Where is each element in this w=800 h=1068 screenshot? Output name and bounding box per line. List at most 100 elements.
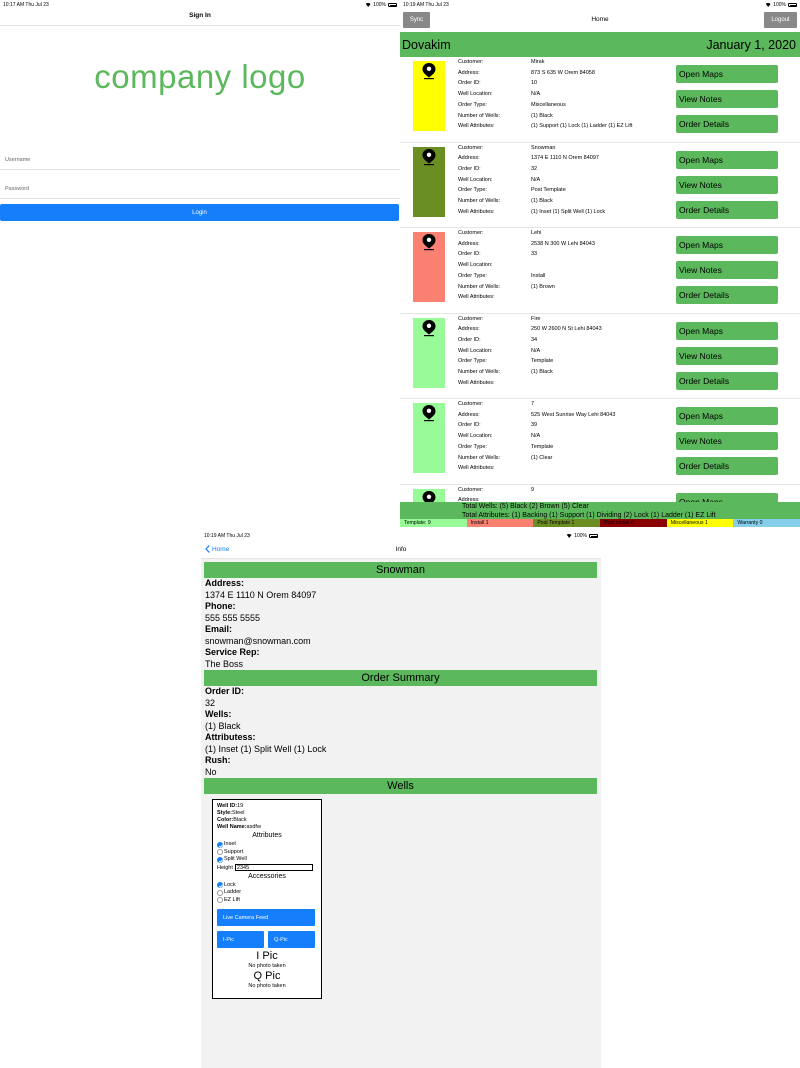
address-value: 2538 N 300 W Lehi 84043 — [531, 240, 595, 247]
order-field-values: Fire 250 W 2600 N St Lehi 84043 34 N/A T… — [531, 314, 602, 389]
info-content: Snowman Address: 1374 E 1110 N Orem 8409… — [201, 559, 601, 999]
order-field-values: Mirak 873 S 635 W Orem 84058 10 N/A Misc… — [531, 57, 632, 132]
open-maps-button[interactable]: Open Maps — [676, 492, 778, 502]
order-field-values: 7 525 West Sunrise Way Lehi 84043 39 N/A… — [531, 399, 615, 474]
customer-value: Snowman — [531, 144, 556, 151]
password-input[interactable] — [0, 182, 400, 192]
map-pin-icon — [422, 148, 436, 165]
order-type-legend: Template: 9 Install 1 Post Template 1 Post … — [400, 519, 800, 527]
checkbox-support[interactable]: Support — [217, 849, 317, 857]
well-location-value: N/A — [531, 176, 541, 183]
open-maps-button[interactable]: Open Maps — [676, 407, 778, 425]
customer-name-header: Snowman — [204, 562, 597, 578]
well-card: Well ID:19 Style:Steel Color:Black Well … — [212, 799, 322, 999]
customer-value: Lehi — [531, 230, 542, 236]
current-date: January 1, 2020 — [706, 37, 796, 52]
well-attributes-value — [531, 292, 595, 303]
checked-icon — [217, 841, 223, 848]
signin-screen: 10:17 AM Thu Jul 23 100% Sign In company… — [0, 0, 400, 230]
i-pic-button[interactable]: I-Pic — [217, 931, 264, 948]
home-header: Dovakim January 1, 2020 — [400, 32, 800, 57]
address-value: 250 W 2600 N St Lehi 84043 — [531, 326, 602, 333]
address-value: 525 West Sunrise Way Lehi 84043 — [531, 411, 616, 418]
order-details-button[interactable]: Order Details — [676, 115, 778, 133]
totals-summary: Total Wells: (5) Black (2) Brown (5) Cle… — [400, 502, 800, 519]
checkbox-lock[interactable]: Lock — [217, 882, 317, 890]
map-pin-icon — [422, 405, 436, 422]
username-input[interactable] — [0, 153, 400, 163]
view-notes-button[interactable]: View Notes — [676, 261, 778, 279]
map-pin-icon — [422, 319, 436, 336]
live-camera-feed-button[interactable]: Live Camera Feed — [217, 909, 315, 926]
height-row: Height — [217, 864, 317, 872]
well-color-row: Color:Black — [217, 817, 247, 823]
logout-button[interactable]: Logout — [764, 12, 797, 28]
pic-buttons: I-Pic Q-Pic — [217, 931, 317, 948]
checked-icon — [217, 856, 223, 863]
wifi-icon — [765, 3, 772, 7]
height-input[interactable] — [234, 864, 313, 871]
battery-icon — [388, 3, 397, 7]
status-bar: 10:19 AM Thu Jul 23 100% — [400, 0, 800, 10]
total-wells: Total Wells: (5) Black (2) Brown (5) Cle… — [462, 503, 589, 510]
order-field-labels: Customer:Address:Order ID:Well Location:… — [458, 401, 501, 472]
page-title: Info — [395, 546, 407, 553]
order-details-button[interactable]: Order Details — [676, 457, 778, 475]
page-title: Sign In — [189, 12, 211, 19]
username-field — [0, 148, 400, 170]
attributes-subheader: Attributes — [252, 832, 282, 839]
address-value: 1374 E 1110 N Orem 84097 — [531, 155, 599, 162]
order-type-value: Miscellaneous — [531, 101, 566, 108]
open-maps-button[interactable]: Open Maps — [676, 150, 778, 169]
order-details-button[interactable]: Order Details — [676, 200, 778, 219]
well-attributes-value — [531, 463, 615, 474]
number-of-wells-value: (1) Black — [531, 369, 553, 376]
battery-percent: 100% — [773, 2, 786, 8]
order-summary-header: Order Summary — [204, 670, 597, 686]
nav-bar: Home Info — [201, 541, 601, 559]
attributes-label: Attributess: — [205, 732, 256, 742]
order-field-labels: Customer:Address:Order ID:Well Location:… — [458, 144, 501, 215]
map-pin-icon — [422, 63, 436, 80]
login-button[interactable]: Login — [0, 204, 399, 221]
well-location-value: N/A — [531, 347, 541, 354]
customer-value: Fire — [531, 315, 541, 322]
view-notes-button[interactable]: View Notes — [676, 175, 778, 194]
email-value: snowman@snowman.com — [205, 635, 311, 646]
order-field-values: 9 — [531, 485, 534, 503]
well-attributes-value: (1) Support (1) Lock (1) Ladder (1) EZ L… — [531, 123, 633, 130]
battery-percent: 100% — [574, 533, 587, 539]
order-row-1: Customer: Address: Order ID: Well Location:… — [400, 57, 800, 143]
well-location-value: N/A — [531, 91, 541, 98]
q-pic-title: Q Pic — [253, 970, 281, 982]
address-value — [531, 495, 534, 502]
order-field-values: Snowman 1374 E 1110 N Orem 84097 32 N/A … — [531, 143, 605, 218]
checkbox-ez-lift[interactable]: EZ Lift — [217, 897, 317, 905]
order-details-button[interactable]: Order Details — [676, 371, 778, 390]
number-of-wells-value: (1) Black — [531, 112, 553, 119]
order-id-value: 39 — [531, 422, 538, 429]
company-logo: company logo — [94, 58, 306, 95]
view-notes-button[interactable]: View Notes — [676, 346, 778, 365]
checkbox-ladder[interactable]: Ladder — [217, 889, 317, 897]
customer-value: 9 — [531, 486, 535, 493]
address-value: 873 S 635 W Orem 84058 — [531, 69, 595, 76]
order-details-button[interactable]: Order Details — [676, 286, 778, 304]
order-list[interactable]: Customer: Address: Order ID: Well Location:… — [400, 57, 800, 502]
order-id-value: 32 — [205, 697, 216, 708]
open-maps-button[interactable]: Open Maps — [676, 321, 778, 340]
wells-value: (1) Black — [205, 720, 241, 731]
order-row-3: Customer: Address: Order ID: Well Location:… — [400, 228, 800, 314]
open-maps-button[interactable]: Open Maps — [676, 236, 778, 254]
order-type-value: Template — [531, 358, 554, 365]
wifi-icon — [365, 3, 372, 7]
q-pic-button[interactable]: Q-Pic — [268, 931, 315, 948]
order-id-label: Order ID: — [205, 686, 245, 696]
checkbox-inset[interactable]: Inset — [217, 841, 317, 849]
checkbox-split-well[interactable]: Split Well — [217, 856, 317, 864]
legend-item-6: Warranty 0 — [733, 519, 800, 527]
view-notes-button[interactable]: View Notes — [676, 90, 778, 108]
open-maps-button[interactable]: Open Maps — [676, 65, 778, 83]
address-label: Address: — [205, 578, 245, 588]
view-notes-button[interactable]: View Notes — [676, 432, 778, 450]
